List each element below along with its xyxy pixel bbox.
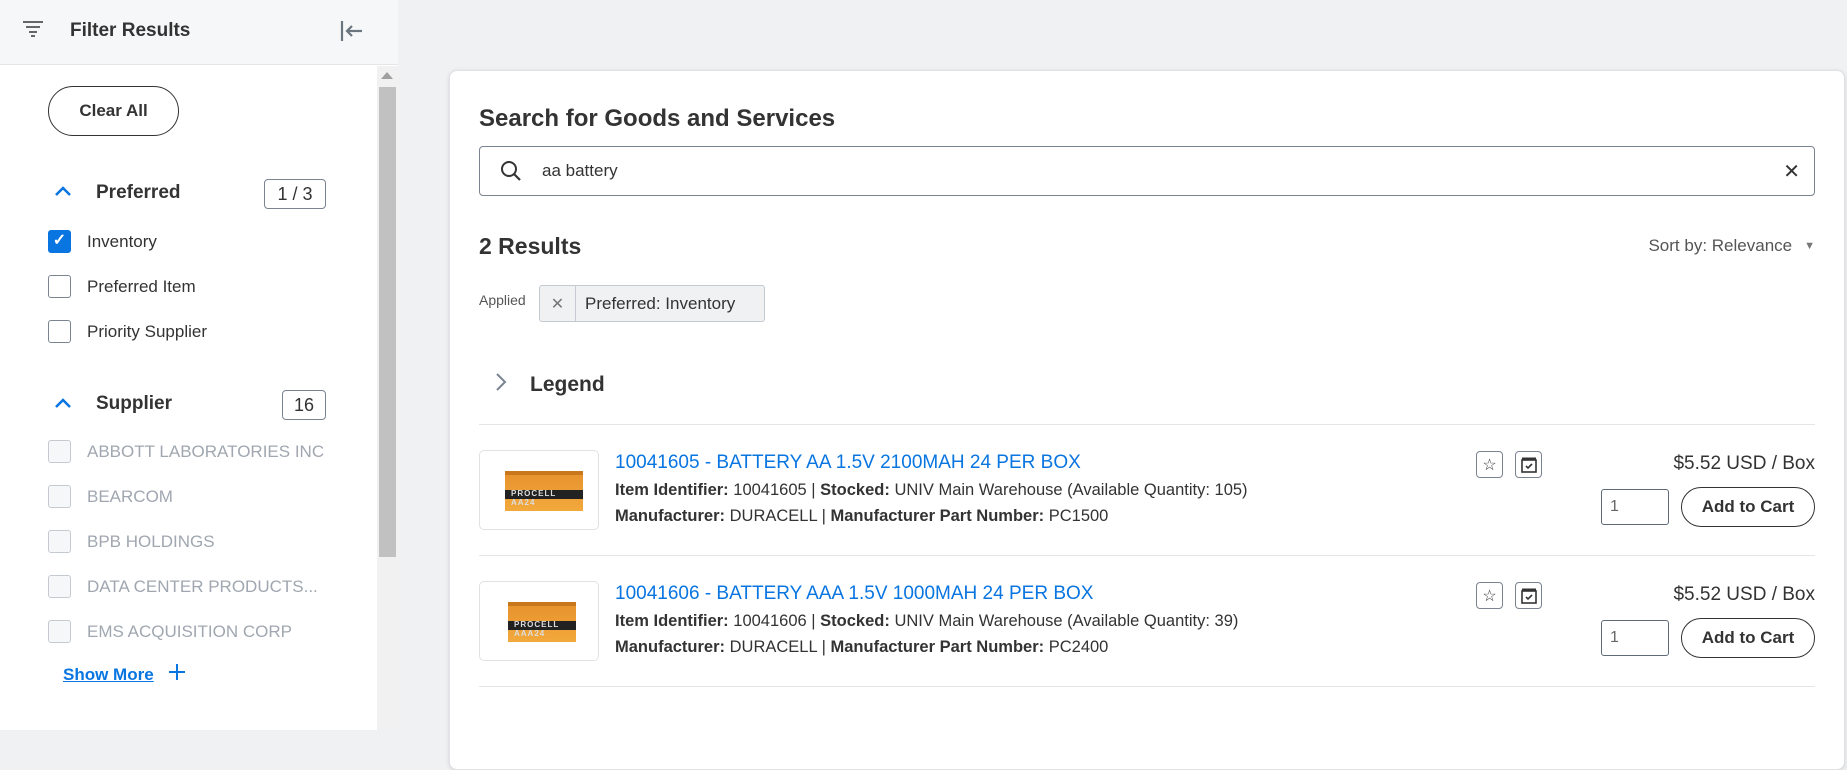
applied-label: Applied bbox=[479, 292, 526, 308]
add-to-list-icon[interactable] bbox=[1515, 582, 1542, 609]
item-manufacturer: Manufacturer: DURACELL | Manufacturer Pa… bbox=[615, 507, 1109, 525]
filter-icon bbox=[22, 20, 44, 43]
favorite-star-icon[interactable]: ☆ bbox=[1476, 582, 1503, 609]
scrollbar-thumb[interactable] bbox=[379, 87, 396, 557]
divider bbox=[479, 686, 1815, 687]
collapse-sidebar-icon[interactable] bbox=[340, 20, 364, 47]
checkbox[interactable] bbox=[48, 485, 71, 508]
applied-filter-chip: ✕ Preferred: Inventory bbox=[539, 285, 765, 322]
supplier-option[interactable]: BPB HOLDINGS bbox=[48, 530, 215, 553]
supplier-option[interactable]: DATA CENTER PRODUCTS... bbox=[48, 575, 318, 598]
results-count: 2 Results bbox=[479, 233, 582, 259]
favorite-star-icon[interactable]: ☆ bbox=[1476, 451, 1503, 478]
plus-icon[interactable] bbox=[168, 663, 186, 686]
supplier-option[interactable]: EMS ACQUISITION CORP bbox=[48, 620, 292, 643]
caret-down-icon[interactable]: ▼ bbox=[1804, 240, 1815, 252]
supplier-option[interactable]: BEARCOM bbox=[48, 485, 173, 508]
add-to-list-icon[interactable] bbox=[1515, 451, 1542, 478]
sidebar-title: Filter Results bbox=[70, 20, 191, 41]
product-image[interactable]: PROCELL AA24 bbox=[479, 450, 599, 530]
item-manufacturer: Manufacturer: DURACELL | Manufacturer Pa… bbox=[615, 638, 1109, 656]
checkbox[interactable] bbox=[48, 620, 71, 643]
checkbox[interactable] bbox=[48, 440, 71, 463]
chevron-right-icon[interactable] bbox=[494, 371, 508, 398]
result-item: PROCELL AA24 10041605 - BATTERY AA 1.5V … bbox=[479, 450, 1815, 540]
preferred-count-badge: 1 / 3 bbox=[264, 179, 326, 209]
item-title-link[interactable]: 10041605 - BATTERY AA 1.5V 2100MAH 24 PE… bbox=[615, 452, 1081, 474]
item-title-link[interactable]: 10041606 - BATTERY AAA 1.5V 1000MAH 24 P… bbox=[615, 583, 1093, 605]
search-icon bbox=[500, 160, 522, 187]
supplier-section-title: Supplier bbox=[96, 393, 173, 414]
supplier-count-badge: 16 bbox=[282, 390, 326, 420]
quantity-input[interactable] bbox=[1601, 620, 1669, 656]
checkbox[interactable] bbox=[48, 575, 71, 598]
chevron-up-icon[interactable] bbox=[54, 180, 72, 203]
sidebar-header: Filter Results bbox=[0, 0, 398, 65]
result-item: PROCELL AAA24 10041606 - BATTERY AAA 1.5… bbox=[479, 581, 1815, 671]
checkbox-preferred-item[interactable]: Preferred Item bbox=[48, 275, 196, 298]
preferred-section-title: Preferred bbox=[96, 182, 181, 203]
quantity-input[interactable] bbox=[1601, 489, 1669, 525]
add-to-cart-button[interactable]: Add to Cart bbox=[1681, 487, 1815, 527]
checkbox[interactable] bbox=[48, 530, 71, 553]
divider bbox=[479, 424, 1815, 425]
remove-filter-icon[interactable]: ✕ bbox=[540, 286, 576, 321]
checkbox[interactable] bbox=[48, 275, 71, 298]
search-input[interactable]: aa battery ✕ bbox=[479, 146, 1815, 196]
sort-dropdown[interactable]: Sort by: Relevance ▼ bbox=[1648, 236, 1815, 256]
checkbox-inventory[interactable]: ✓ Inventory bbox=[48, 230, 157, 253]
filter-sidebar: Filter Results Clear All Preferred 1 / 3… bbox=[0, 0, 398, 730]
clear-all-button[interactable]: Clear All bbox=[48, 86, 179, 136]
show-more-link[interactable]: Show More bbox=[63, 663, 186, 686]
legend-toggle[interactable]: Legend bbox=[494, 371, 605, 398]
scroll-up-arrow-icon[interactable] bbox=[381, 72, 393, 79]
clear-search-icon[interactable]: ✕ bbox=[1783, 159, 1800, 184]
item-price: $5.52 USD / Box bbox=[1673, 453, 1815, 474]
page-title: Search for Goods and Services bbox=[479, 105, 836, 132]
add-to-cart-button[interactable]: Add to Cart bbox=[1681, 618, 1815, 658]
checkbox[interactable] bbox=[48, 320, 71, 343]
divider bbox=[479, 555, 1815, 556]
item-details: Item Identifier: 10041606 | Stocked: UNI… bbox=[615, 612, 1239, 630]
check-icon[interactable]: ✓ bbox=[48, 230, 71, 253]
checkbox-priority-supplier[interactable]: Priority Supplier bbox=[48, 320, 207, 343]
chevron-up-icon[interactable] bbox=[54, 392, 72, 415]
item-details: Item Identifier: 10041605 | Stocked: UNI… bbox=[615, 481, 1248, 499]
product-image[interactable]: PROCELL AAA24 bbox=[479, 581, 599, 661]
item-price: $5.52 USD / Box bbox=[1673, 584, 1815, 605]
supplier-option[interactable]: ABBOTT LABORATORIES INC bbox=[48, 440, 324, 463]
